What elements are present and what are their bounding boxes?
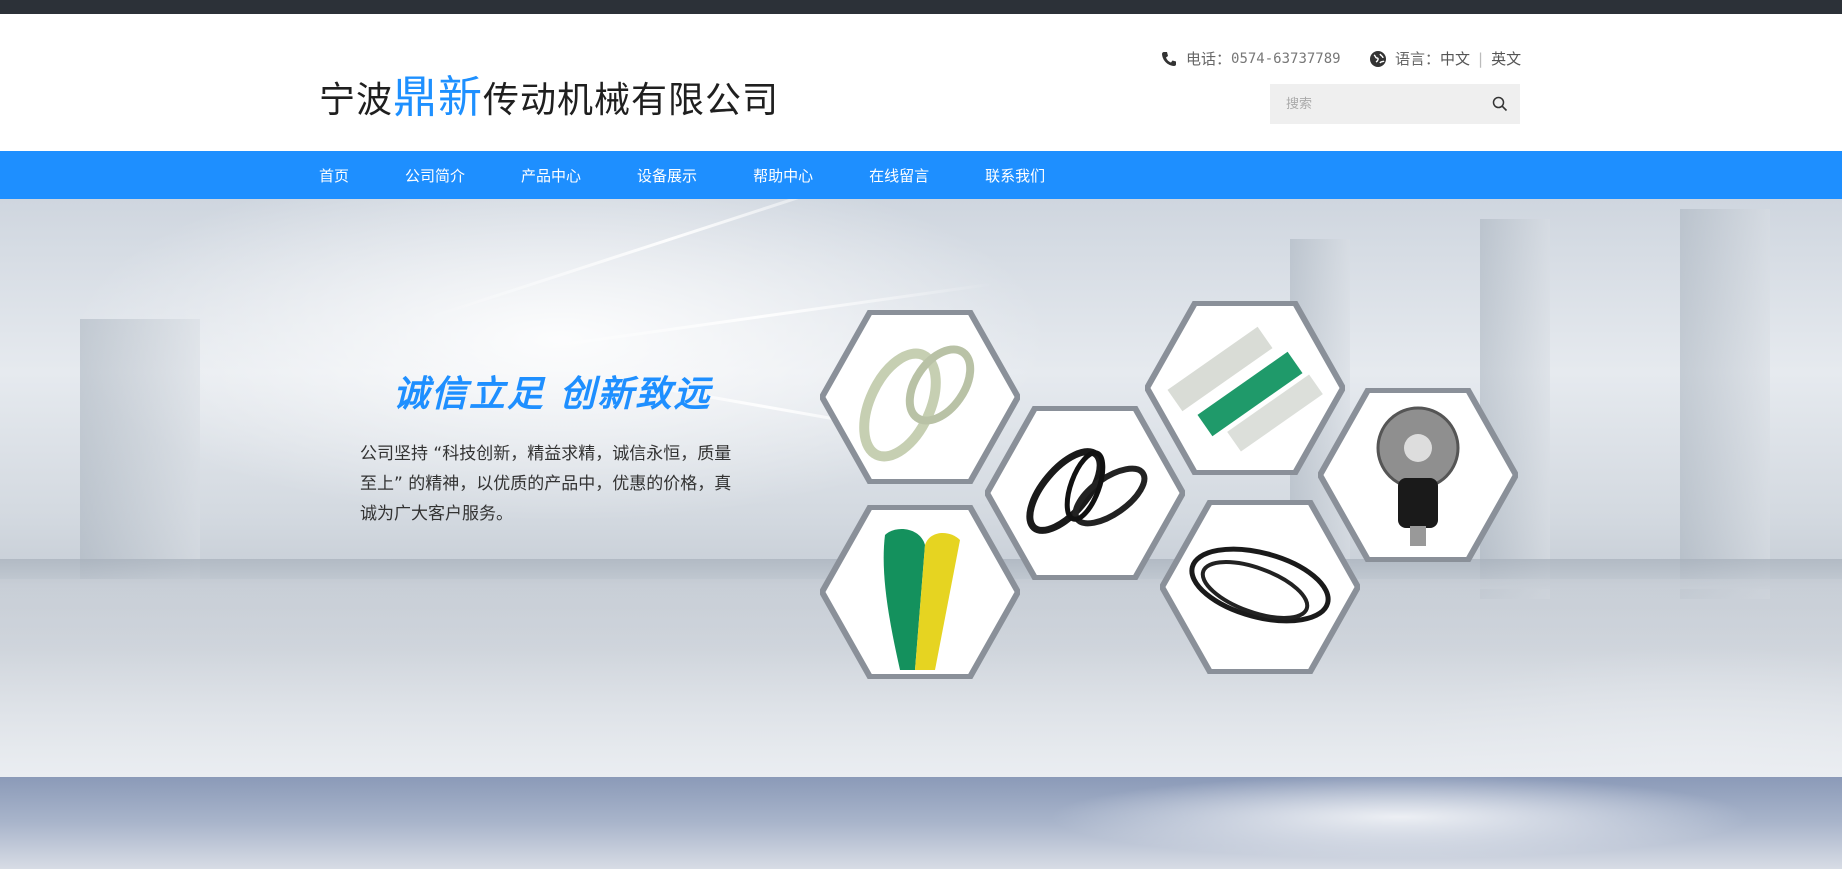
nav-item-home[interactable]: 首页 [319, 165, 349, 186]
lang-english-link[interactable]: 英文 [1491, 48, 1521, 69]
main-nav: 首页 公司简介 产品中心 设备展示 帮助中心 在线留言 联系我们 [0, 151, 1842, 199]
nav-item-equipment[interactable]: 设备展示 [637, 165, 697, 186]
phone-label: 电话： [1186, 50, 1232, 68]
company-logo[interactable]: 宁波鼎新传动机械有限公司 [319, 61, 779, 125]
logo-text-accent: 鼎新 [393, 72, 484, 123]
nav-item-about[interactable]: 公司简介 [405, 165, 465, 186]
globe-icon [1369, 50, 1387, 68]
phone-info: 电话： 0574-63737789 [1160, 48, 1341, 69]
language-switcher: 语言： 中文 | 英文 [1369, 48, 1521, 69]
hero-slogan: 诚信立足 创新致远 [393, 374, 712, 415]
search-input[interactable] [1270, 84, 1480, 124]
hero-description: 公司坚持 “科技创新，精益求精，诚信永恒，质量至上” 的精神，以优质的产品中，优… [360, 444, 732, 524]
lang-chinese-link[interactable]: 中文 [1440, 48, 1470, 69]
logo-text-1: 宁波 [319, 80, 394, 121]
hero-banner: 诚信立足 创新致远 公司坚持 “科技创新，精益求精，诚信永恒，质量至上” 的精神… [0, 199, 1842, 777]
nav-item-products[interactable]: 产品中心 [521, 165, 581, 186]
language-label: 语言： [1395, 50, 1441, 68]
search-box [1270, 84, 1520, 124]
lang-separator: | [1478, 49, 1484, 68]
phone-number: 0574-63737789 [1231, 50, 1341, 67]
logo-text-2: 传动机械有限公司 [483, 80, 780, 121]
nav-item-message[interactable]: 在线留言 [869, 165, 929, 186]
top-strip [0, 0, 1842, 14]
search-icon [1492, 96, 1508, 112]
phone-icon [1160, 50, 1178, 68]
next-section-background [0, 777, 1842, 869]
bg-pillar [1680, 209, 1770, 599]
product-hex-belt-cleats[interactable] [1145, 301, 1345, 475]
site-header: 宁波鼎新传动机械有限公司 电话： 0574-63737789 语言： 中文 | … [0, 14, 1842, 151]
bg-pillar [80, 319, 200, 579]
search-button[interactable] [1480, 84, 1520, 124]
product-hex-flat-belt[interactable] [820, 505, 1020, 679]
nav-item-help[interactable]: 帮助中心 [753, 165, 813, 186]
product-hex-black-timing-belt[interactable] [1160, 500, 1360, 674]
nav-item-contact[interactable]: 联系我们 [985, 165, 1045, 186]
